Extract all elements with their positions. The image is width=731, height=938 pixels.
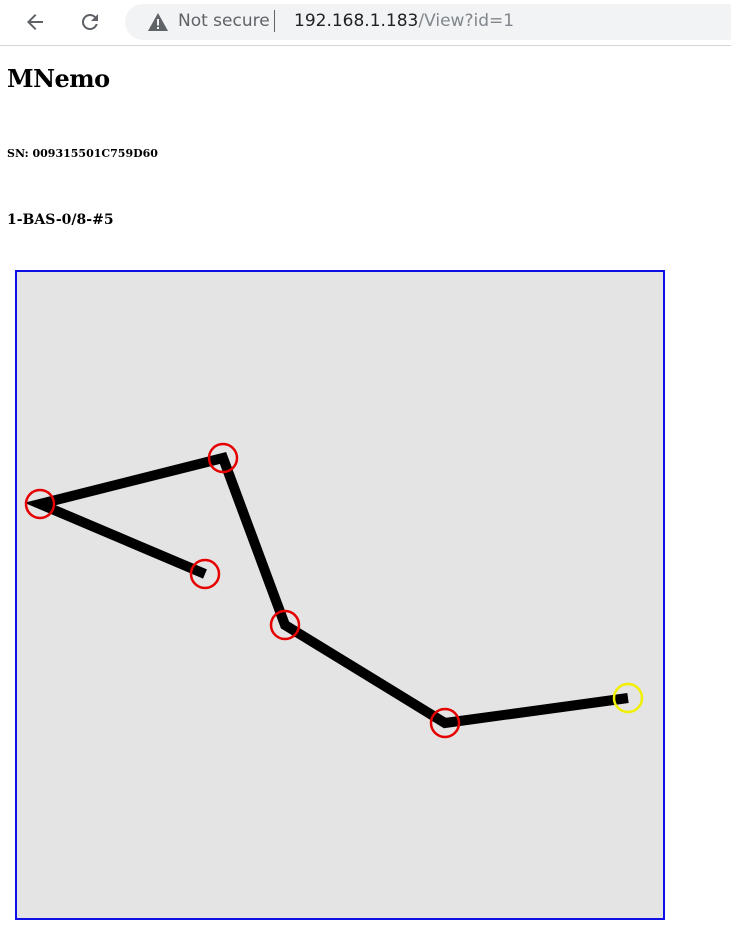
mnemonic-diagram[interactable] bbox=[15, 270, 665, 920]
security-label[interactable]: Not secure bbox=[178, 11, 270, 31]
reload-button[interactable] bbox=[75, 7, 105, 37]
device-name: 1-BAS-0/8-#5 bbox=[7, 212, 114, 228]
address-separator bbox=[274, 10, 275, 32]
url-path: /View?id=1 bbox=[418, 11, 515, 31]
address-bar[interactable]: Not secure 192.168.1.183/View?id=1 bbox=[125, 4, 731, 40]
back-button[interactable] bbox=[20, 7, 50, 37]
diagram-path bbox=[24, 452, 629, 729]
url-host: 192.168.1.183 bbox=[294, 11, 419, 31]
reload-icon bbox=[81, 13, 98, 30]
browser-toolbar: Not secure 192.168.1.183/View?id=1 bbox=[0, 0, 731, 46]
serial-number: SN: 009315501C759D60 bbox=[7, 147, 158, 160]
url-text[interactable]: 192.168.1.183/View?id=1 bbox=[294, 11, 514, 31]
back-arrow-icon bbox=[27, 14, 43, 30]
page-title: MNemo bbox=[7, 64, 110, 93]
warning-icon[interactable] bbox=[147, 12, 169, 32]
diagram-canvas bbox=[24, 442, 644, 739]
